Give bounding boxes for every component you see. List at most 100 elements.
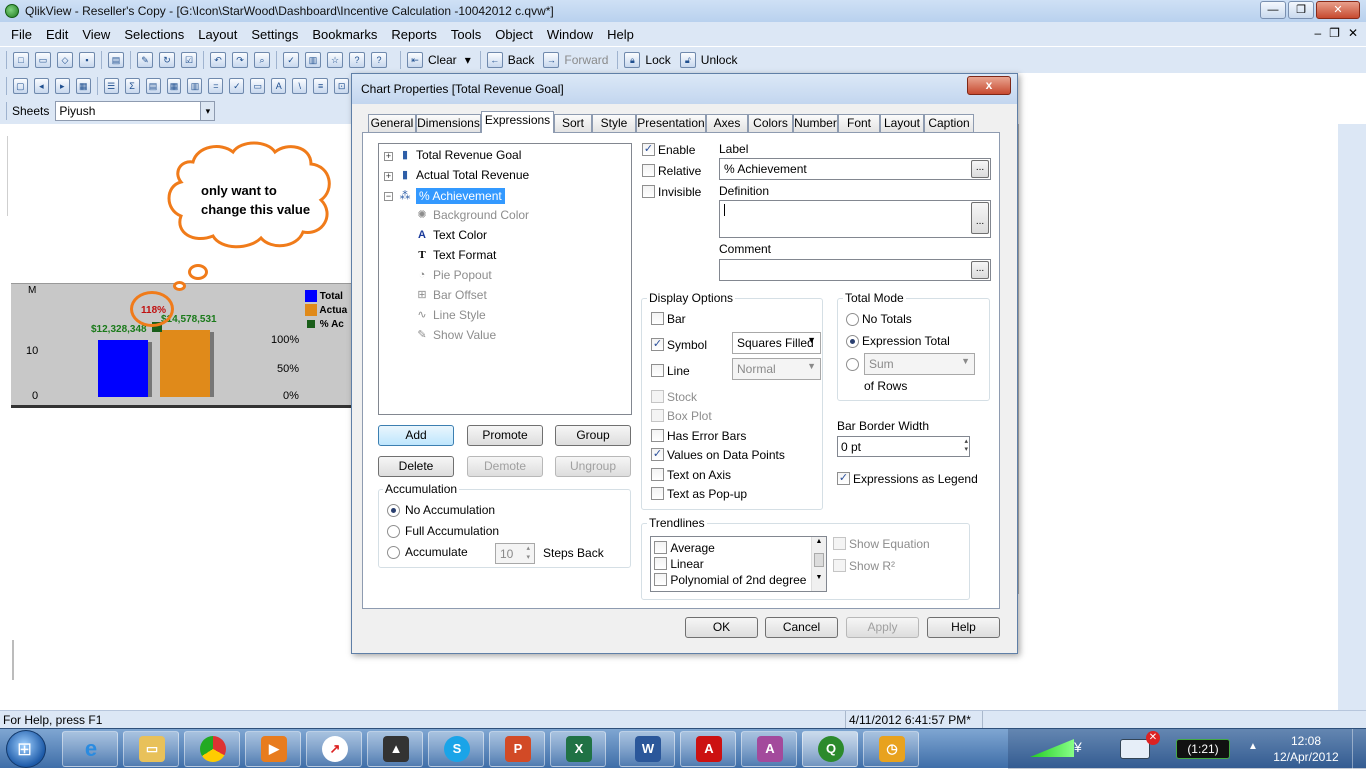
context-help-icon[interactable]: ? [371,52,387,68]
label-ellipsis-button[interactable]: ... [971,160,989,178]
show-r2-checkbox[interactable] [833,559,846,572]
relative-checkbox[interactable] [642,164,655,177]
input-box-icon[interactable]: = [208,77,224,94]
bar-checkbox[interactable] [651,312,664,325]
table-box-icon[interactable]: ▦ [166,77,182,94]
properties-icon[interactable]: ✓ [283,52,299,68]
symbol-style-dropdown[interactable]: Squares Filled ▼ [732,332,821,354]
close-button[interactable]: ✕ [1316,1,1360,19]
statistics-box-icon[interactable]: Σ [124,77,140,94]
sum-rows-radio[interactable] [846,358,859,371]
chevron-down-icon[interactable]: ▾ [200,102,215,120]
tab-font[interactable]: Font [838,114,880,132]
definition-ellipsis-button[interactable]: ... [971,202,989,234]
search-icon[interactable]: ⌕ [254,52,270,68]
maximize-button[interactable]: ❐ [1288,1,1314,19]
reload-icon[interactable]: ↻ [159,52,175,68]
taskbar-outlook[interactable]: ◷ [863,731,919,767]
taskbar-excel[interactable]: X [550,731,606,767]
trendline-checkbox[interactable] [654,573,667,587]
chevron-down-icon[interactable]: ▼ [961,356,970,366]
attr-text-color[interactable]: A Text Color [415,228,487,242]
no-totals-radio[interactable] [846,313,859,326]
back-icon[interactable]: ← [486,52,503,68]
text-object-icon[interactable]: A [271,77,287,94]
attr-text-format[interactable]: T Text Format [415,248,496,262]
trendline-checkbox[interactable] [654,557,667,571]
move-sheet-left-icon[interactable]: ◂ [33,77,49,94]
new-document-icon[interactable]: □ [13,52,29,68]
tab-expressions[interactable]: Expressions [481,111,554,133]
doc-restore-icon[interactable]: ❐ [1329,26,1340,40]
sheets-dropdown[interactable]: Piyush ▾ [55,101,216,121]
invisible-checkbox[interactable] [642,185,655,198]
multi-box-icon[interactable]: ▤ [145,77,161,94]
spinner-arrows-icon[interactable]: ▴ ▾ [526,544,530,562]
taskbar-chrome[interactable] [184,731,240,767]
taskbar-skype[interactable]: S [428,731,484,767]
edit-script-icon[interactable]: ✎ [137,52,153,68]
accumulate-radio[interactable] [387,546,400,559]
expand-icon[interactable]: + [384,172,393,181]
taskbar-powerpoint[interactable]: P [489,731,545,767]
menu-edit[interactable]: Edit [39,27,75,42]
line-style-dropdown[interactable]: Normal ▼ [732,358,821,380]
button-object-icon[interactable]: ▭ [250,77,266,94]
cancel-button[interactable]: Cancel [765,617,838,638]
tab-axes[interactable]: Axes [706,114,748,132]
doc-close-icon[interactable]: ✕ [1348,26,1358,40]
open-server-icon[interactable]: ◇ [57,52,73,68]
trendlines-scrollbar[interactable]: ▲ ▼ [811,537,826,591]
taskbar-acrobat[interactable]: A [680,731,736,767]
taskbar-internet-explorer[interactable]: e [62,731,118,767]
move-sheet-right-icon[interactable]: ▸ [54,77,70,94]
tree-item-total-revenue-goal[interactable]: ▮ Total Revenue Goal [398,148,521,162]
enable-checkbox[interactable]: ✓ [642,143,655,156]
chart-icon[interactable]: ▥ [187,77,203,94]
tab-style[interactable]: Style [592,114,636,132]
tab-presentation[interactable]: Presentation [636,114,706,132]
ungroup-button[interactable]: Ungroup [555,456,631,477]
menu-settings[interactable]: Settings [244,27,305,42]
new-sheet-icon[interactable]: ▢ [12,77,28,94]
taskbar-qlikview[interactable]: Q [802,731,858,767]
attr-bar-offset[interactable]: ⊞ Bar Offset [415,288,486,302]
bookmark-object-icon[interactable]: ⊡ [334,77,350,94]
trendline-item-linear[interactable]: Linear [654,556,704,571]
line-checkbox[interactable] [651,364,664,377]
menu-file[interactable]: File [4,27,39,42]
battery-indicator[interactable]: (1:21) [1176,739,1230,759]
favorites-star-icon[interactable]: ☆ [327,52,343,68]
taskbar-explorer[interactable]: ▭ [123,731,179,767]
tab-caption[interactable]: Caption [924,114,974,132]
aggregation-dropdown[interactable]: Sum ▼ [864,353,975,375]
clear-icon[interactable]: ⇤ [407,52,423,68]
trendline-checkbox[interactable] [654,541,667,555]
line-arrow-icon[interactable]: \ [292,77,308,94]
unlock-icon[interactable]: 🔓︎ [679,52,696,68]
menu-bookmarks[interactable]: Bookmarks [305,27,384,42]
delete-button[interactable]: Delete [378,456,454,477]
expressions-as-legend-checkbox[interactable]: ✓ [837,472,850,485]
box-plot-checkbox[interactable] [651,409,664,422]
text-on-axis-checkbox[interactable] [651,468,664,481]
tab-dimensions[interactable]: Dimensions [416,114,481,132]
chevron-down-icon[interactable]: ▼ [807,361,816,371]
sheet-properties-icon[interactable]: ▦ [75,77,91,94]
show-desktop-button[interactable] [1352,729,1366,769]
clear-button[interactable]: Clear [428,53,457,67]
tab-colors[interactable]: Colors [748,114,793,132]
print-icon[interactable]: ▤ [108,52,124,68]
scrollbar-thumb[interactable] [814,553,824,567]
menu-view[interactable]: View [75,27,117,42]
chevron-down-icon[interactable]: ▼ [807,335,816,345]
save-icon[interactable]: ▪ [79,52,95,68]
redo-icon[interactable]: ↷ [232,52,248,68]
network-icon[interactable] [1120,739,1150,759]
bar-total-revenue-goal[interactable] [98,340,148,397]
menu-tools[interactable]: Tools [444,27,488,42]
wireless-icon[interactable]: ¥ [1074,739,1082,755]
tree-item-actual-total-revenue[interactable]: ▮ Actual Total Revenue [398,168,529,182]
menu-layout[interactable]: Layout [191,27,244,42]
expand-icon[interactable]: + [384,152,393,161]
